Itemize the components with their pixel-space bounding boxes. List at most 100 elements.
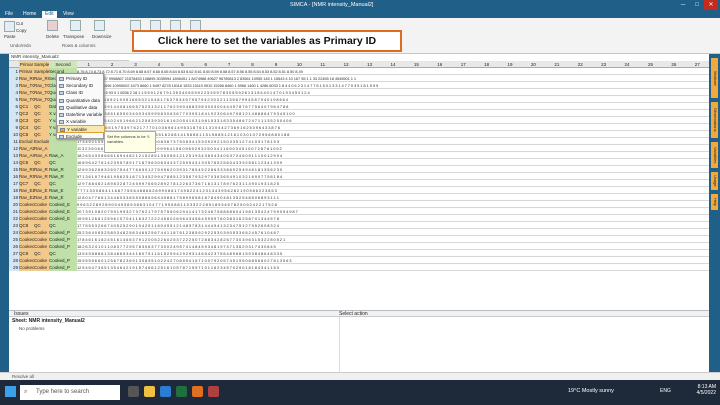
primary-id-cell[interactable]: QC9 bbox=[19, 250, 34, 257]
sample-cell[interactable]: Cooke bbox=[34, 208, 49, 215]
secondary-cell[interactable]: Raw_A bbox=[49, 152, 77, 159]
document-tab[interactable]: NMR intensity_Manual2 bbox=[9, 54, 129, 61]
column-header[interactable]: 6 bbox=[194, 61, 217, 68]
data-values[interactable]: 15 9 5 5 5 6 6 0 1 2 5 6 7 8 2 3 6 9 1 3… bbox=[77, 257, 709, 264]
data-values[interactable]: 19 9 8 1 2 6 8 1 2 5 9 6 1 0 7 0 4 1 1 6… bbox=[77, 215, 709, 222]
secondary-cell[interactable]: QC bbox=[49, 180, 77, 187]
data-values[interactable]: 11566805 11564696 10995002 1673 8660 1 6… bbox=[77, 82, 709, 89]
cut-button[interactable]: Cut bbox=[16, 21, 23, 26]
app-icon[interactable] bbox=[208, 386, 219, 397]
primary-id-cell[interactable]: Rav_E2 bbox=[19, 194, 34, 201]
row-number[interactable]: 8 bbox=[9, 117, 19, 124]
column-header-sample[interactable]: Sample bbox=[34, 61, 49, 68]
downsize-icon[interactable] bbox=[94, 20, 105, 31]
row-number[interactable]: 26 bbox=[9, 243, 19, 250]
row-number[interactable]: 21 bbox=[9, 208, 19, 215]
sample-cell[interactable]: QC bbox=[34, 180, 49, 187]
sample-cell[interactable]: QC bbox=[34, 159, 49, 166]
column-header[interactable]: 17 bbox=[452, 61, 475, 68]
row-number[interactable]: 3 bbox=[9, 82, 19, 89]
sample-cell[interactable]: QC bbox=[34, 222, 49, 229]
sample-cell[interactable]: QC bbox=[34, 131, 49, 138]
row-number[interactable]: 10 bbox=[9, 131, 19, 138]
paste-button[interactable]: Paste bbox=[4, 34, 16, 39]
data-values[interactable]: 19 5 3 4 0 8 8 4 5 4 0 2 4 0 1 9 6 6 2 1… bbox=[77, 117, 709, 124]
sample-cell[interactable]: Cooke bbox=[34, 257, 49, 264]
menu-edit[interactable]: Edit bbox=[42, 11, 57, 18]
primary-id-cell[interactable]: Rav_RC bbox=[19, 75, 34, 82]
primary-id-cell[interactable]: Exclud bbox=[19, 138, 34, 145]
secondary-cell[interactable]: Raw_E bbox=[49, 194, 77, 201]
row-number[interactable]: 24 bbox=[9, 229, 19, 236]
resolve-all-link[interactable]: Resolve all bbox=[0, 372, 720, 380]
transpose-icon[interactable] bbox=[70, 20, 81, 31]
row-number[interactable]: 9 bbox=[9, 124, 19, 131]
secondary-cell[interactable]: Raw_R bbox=[49, 173, 77, 180]
row-number[interactable]: 7 bbox=[9, 110, 19, 117]
data-values[interactable]: 12 6 9 3 6 2 6 8 3 2 6 0 7 5 4 4 7 7 6 6… bbox=[77, 166, 709, 173]
delete-icon[interactable] bbox=[47, 20, 58, 31]
close-button[interactable]: ✕ bbox=[704, 0, 718, 10]
delete-button[interactable]: Delete bbox=[46, 34, 59, 39]
data-values[interactable]: 12 5 6 9 7 0 1 6 5 9 1 4 4 0 8 1 6 6 5 7… bbox=[77, 103, 709, 110]
column-header[interactable]: 22 bbox=[569, 61, 592, 68]
sample-cell[interactable]: Rav_R bbox=[34, 166, 49, 173]
table-row[interactable]: 7QC2QCX variable90 3 4 5 6 3 5 1 3 8 5 1… bbox=[9, 110, 709, 117]
row-number[interactable]: 13 bbox=[9, 152, 19, 159]
data-values[interactable]: 6976337 6976157 9958867 21578453 108895 … bbox=[77, 75, 709, 82]
column-header[interactable]: 23 bbox=[592, 61, 615, 68]
menu-item-exclude[interactable]: Exclude bbox=[57, 133, 105, 141]
sample-cell[interactable]: Rav_A bbox=[34, 152, 49, 159]
table-row[interactable]: 1 Primar Sample Second 8.76 8.74 8.73 8.72 8… bbox=[9, 68, 709, 75]
table-row[interactable]: 16Rav_RSRav_RRaw_R97 1 3 6 1 9 7 9 4 8 1… bbox=[9, 173, 709, 180]
column-header[interactable]: 7 bbox=[217, 61, 240, 68]
column-header[interactable]: 19 bbox=[498, 61, 521, 68]
data-values[interactable]: 17 3 4 9 2 1 0 5 2 0 4 1 2 1 4 7 0 3 0 1… bbox=[77, 138, 709, 145]
row-number[interactable]: 27 bbox=[9, 250, 19, 257]
primary-id-cell[interactable]: QC7 bbox=[19, 180, 34, 187]
table-row[interactable]: 21 Cookec Cooke Cooked_E 20 7 3 9 1 0 8 2 0 … bbox=[9, 208, 709, 215]
secondary-cell[interactable]: Cooked_E bbox=[49, 201, 77, 208]
sample-cell[interactable]: Rav_TC bbox=[34, 89, 49, 96]
file-explorer-icon[interactable] bbox=[144, 386, 155, 397]
primary-id-cell[interactable]: Rav_TC bbox=[19, 89, 34, 96]
table-row[interactable]: 23 QC8 QC QC 17 7 5 5 5 3 2 6 6 7 4 0 5 2 5 … bbox=[9, 222, 709, 229]
sample-cell[interactable]: Cooke bbox=[34, 264, 49, 271]
table-row[interactable]: 20 Cookec Cooke Cooked_E 9 9 6 3 2 2 8 9 2 8… bbox=[9, 201, 709, 208]
table-row[interactable]: 27 QC9 QC QC 13 9 4 9 8 8 8 6 1 3 8 4 8 6 5 … bbox=[9, 250, 709, 257]
sample-cell[interactable]: QC bbox=[34, 250, 49, 257]
table-row[interactable]: 24 Cookec Cooke Cooked_P 25 2 3 6 4 0 6 5 2 … bbox=[9, 229, 709, 236]
column-header[interactable]: 13 bbox=[358, 61, 381, 68]
column-header-primary[interactable]: Primar bbox=[19, 61, 34, 68]
data-values[interactable]: 18 2 6 5 4 3 0 8 6 6 6 1 6 9 4 4 8 2 1 2… bbox=[77, 152, 709, 159]
table-row[interactable]: 17 QC7 QC QC 12 9 7 8 8 4 6 2 1 8 9 8 3 2 8 … bbox=[9, 180, 709, 187]
primary-id-cell[interactable]: Cookec bbox=[19, 243, 34, 250]
primary-id-cell[interactable]: QC1 bbox=[19, 103, 34, 110]
column-header[interactable]: 18 bbox=[475, 61, 498, 68]
sample-cell[interactable]: Rav_R bbox=[34, 173, 49, 180]
sample-cell[interactable]: Exclude bbox=[34, 138, 49, 145]
data-values[interactable]: 8.76 8.74 8.73 8.72 8.71 8.70 8.69 8.68 … bbox=[77, 68, 709, 75]
table-row[interactable]: 5Rav_TCRav_TCQuantitative date11 4 6 4 2… bbox=[9, 96, 709, 103]
row-number[interactable]: 25 bbox=[9, 236, 19, 243]
menu-file[interactable]: File bbox=[2, 11, 16, 17]
secondary-cell[interactable]: QC bbox=[49, 222, 77, 229]
column-header[interactable]: 9 bbox=[264, 61, 287, 68]
primary-id-cell[interactable]: Cookec bbox=[19, 229, 34, 236]
row-number[interactable]: 23 bbox=[9, 222, 19, 229]
tab-workset[interactable]: Workset bbox=[711, 58, 718, 98]
secondary-cell[interactable]: Raw_R bbox=[49, 166, 77, 173]
secondary-cell[interactable]: Cooked_P bbox=[49, 264, 77, 271]
secondary-cell[interactable]: Cooked_P bbox=[49, 229, 77, 236]
task-view-icon[interactable] bbox=[128, 386, 139, 397]
data-values[interactable]: 17 8 4 6 1 6 1 8 2 4 5 1 6 1 4 6 5 3 7 9… bbox=[77, 236, 709, 243]
edge-icon[interactable] bbox=[160, 386, 171, 397]
row-number[interactable]: 6 bbox=[9, 103, 19, 110]
table-row[interactable]: 29 Cookec Cooke Cooked_P 12 5 4 6 4 7 3 6 5 … bbox=[9, 264, 709, 271]
sample-cell[interactable]: Rav_A bbox=[34, 145, 49, 152]
minimize-button[interactable]: ─ bbox=[676, 0, 690, 10]
secondary-cell[interactable]: QC bbox=[49, 250, 77, 257]
table-row[interactable]: 2Rav_RCRav_RCSecondary ID6976337 6976157… bbox=[9, 75, 709, 82]
clock[interactable]: 8:13 AM 4/5/2022 bbox=[680, 384, 716, 396]
data-values[interactable]: 12 5 4 6 4 7 3 6 5 1 3 5 4 6 4 2 1 9 1 5… bbox=[77, 264, 709, 271]
